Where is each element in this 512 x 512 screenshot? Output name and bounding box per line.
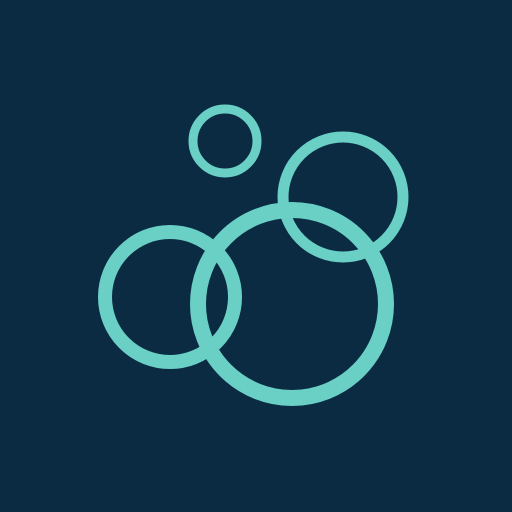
bubble-upper-right-ring [277,131,409,263]
bubble-small-ring [188,104,262,178]
app-icon-canvas [0,0,512,512]
bubble-large-ring [190,202,394,406]
bubbles-icon [98,104,409,406]
